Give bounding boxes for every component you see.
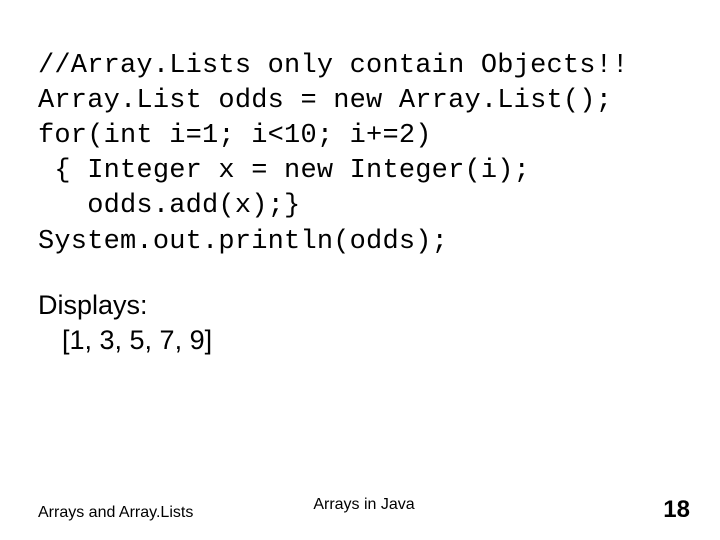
- code-line-comment: //Array.Lists only contain Objects!!: [38, 51, 629, 81]
- code-line-body-1: { Integer x = new Integer(i);: [38, 156, 530, 186]
- footer-left: Arrays and Array.Lists: [38, 504, 193, 522]
- code-line-body-2: odds.add(x);}: [38, 191, 300, 221]
- slide-footer: Arrays and Array.Lists Arrays in Java 18: [38, 496, 690, 524]
- slide: //Array.Lists only contain Objects!! Arr…: [0, 0, 720, 540]
- output-section: Displays: [1, 3, 5, 7, 9]: [38, 288, 692, 359]
- code-line-print: System.out.println(odds);: [38, 227, 448, 257]
- displays-label: Displays:: [38, 288, 692, 324]
- code-line-declare: Array.List odds = new Array.List();: [38, 86, 612, 116]
- displays-output: [1, 3, 5, 7, 9]: [38, 323, 692, 359]
- page-number: 18: [663, 496, 690, 524]
- code-line-for: for(int i=1; i<10; i+=2): [38, 121, 432, 151]
- code-block: //Array.Lists only contain Objects!! Arr…: [38, 14, 692, 260]
